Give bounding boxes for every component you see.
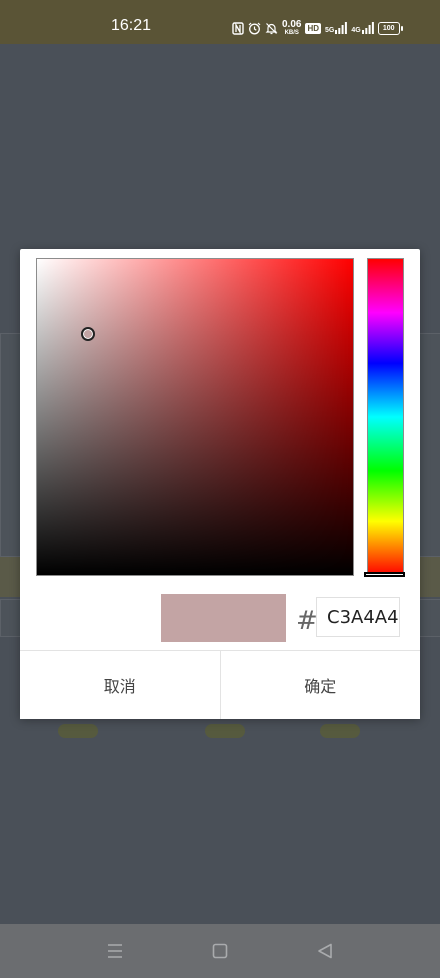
confirm-button[interactable]: 确定 bbox=[219, 651, 420, 719]
signal-4g-icon: 4G bbox=[351, 22, 374, 34]
status-icons: 0.06 KB/S HD 5G 4G 100 bbox=[232, 18, 403, 38]
menu-icon[interactable] bbox=[106, 942, 124, 960]
nfc-icon bbox=[232, 21, 244, 35]
status-time: 16:21 bbox=[111, 17, 152, 34]
saturation-value-panel[interactable] bbox=[36, 258, 354, 576]
signal-5g-icon: 5G bbox=[325, 22, 348, 34]
hex-color-input[interactable] bbox=[316, 597, 400, 637]
color-picker-dialog: # 取消 确定 bbox=[20, 249, 420, 719]
signal-4g-label: 4G bbox=[351, 27, 361, 34]
back-icon[interactable] bbox=[316, 942, 334, 960]
saturation-value-cursor[interactable] bbox=[81, 327, 95, 341]
status-bar: 16:21 0.06 KB/S HD 5G 4G 100 bbox=[0, 0, 440, 44]
confirm-button-label: 确定 bbox=[304, 677, 337, 696]
cancel-button-label: 取消 bbox=[103, 677, 136, 696]
signal-5g-label: 5G bbox=[325, 27, 335, 34]
hue-slider[interactable] bbox=[367, 258, 404, 576]
hex-hash-label: # bbox=[296, 606, 318, 636]
hue-slider-handle[interactable] bbox=[364, 572, 405, 577]
network-speed-value: 0.06 bbox=[282, 19, 302, 30]
background-chip bbox=[320, 724, 360, 738]
cancel-button[interactable]: 取消 bbox=[20, 651, 220, 719]
network-speed: 0.06 KB/S bbox=[282, 19, 302, 37]
network-speed-unit: KB/S bbox=[284, 30, 299, 36]
navigation-bar bbox=[0, 924, 440, 978]
home-icon[interactable] bbox=[211, 942, 229, 960]
dialog-button-row: 取消 确定 bbox=[20, 650, 420, 719]
battery-icon: 100 bbox=[377, 21, 403, 35]
alarm-icon bbox=[248, 22, 261, 35]
color-preview-swatch bbox=[161, 594, 286, 642]
background-chip bbox=[205, 724, 245, 738]
mute-icon bbox=[265, 22, 278, 35]
battery-level: 100 bbox=[382, 24, 395, 32]
hd-voice-icon: HD bbox=[305, 22, 322, 34]
background-chip bbox=[58, 724, 98, 738]
